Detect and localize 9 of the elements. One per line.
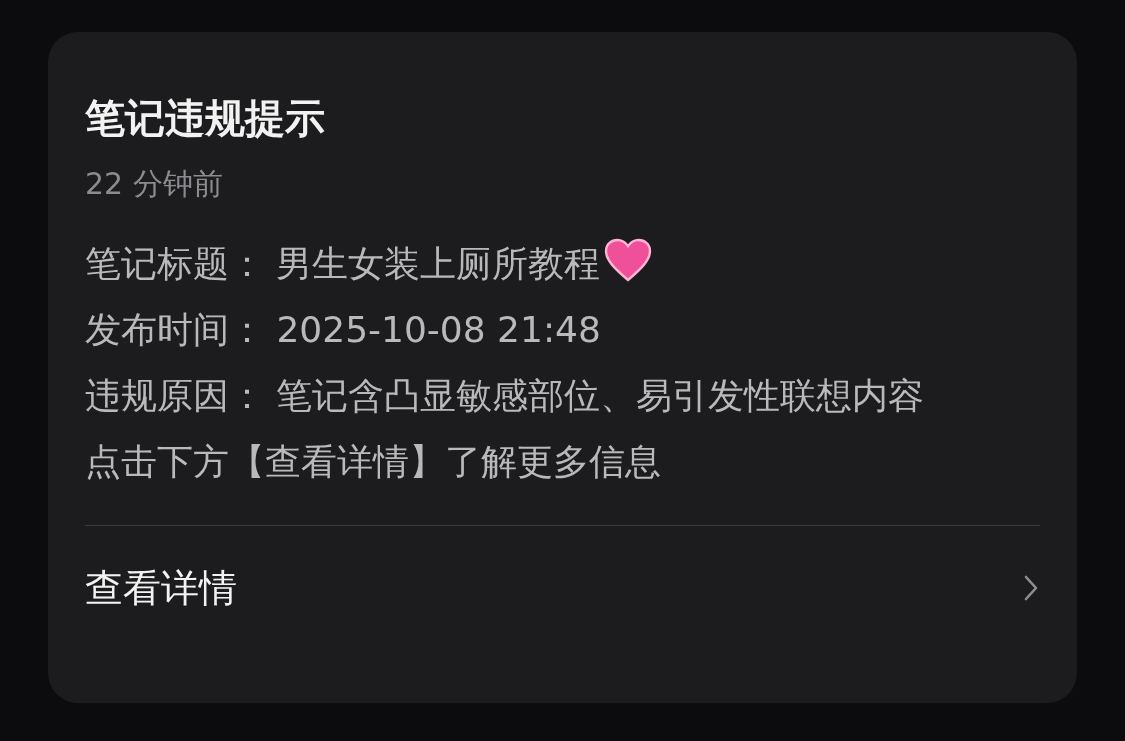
details-link[interactable]: 查看详情 [85,526,1040,650]
hint-text: 点击下方【查看详情】了解更多信息 [85,440,662,484]
notice-title: 笔记违规提示 [85,98,326,138]
info-line: 笔记标题： 男生女装上厕所教程 [85,231,1030,297]
info-line: 发布时间： 2025-10-08 21:48 [85,308,602,352]
heart-icon [604,238,653,282]
chevron-right-icon [1024,575,1038,601]
notice-time: 22 分钟前 [85,169,224,199]
info-line: 违规原因： 笔记含凸显敏感部位、易引发性联想内容 [85,374,926,418]
